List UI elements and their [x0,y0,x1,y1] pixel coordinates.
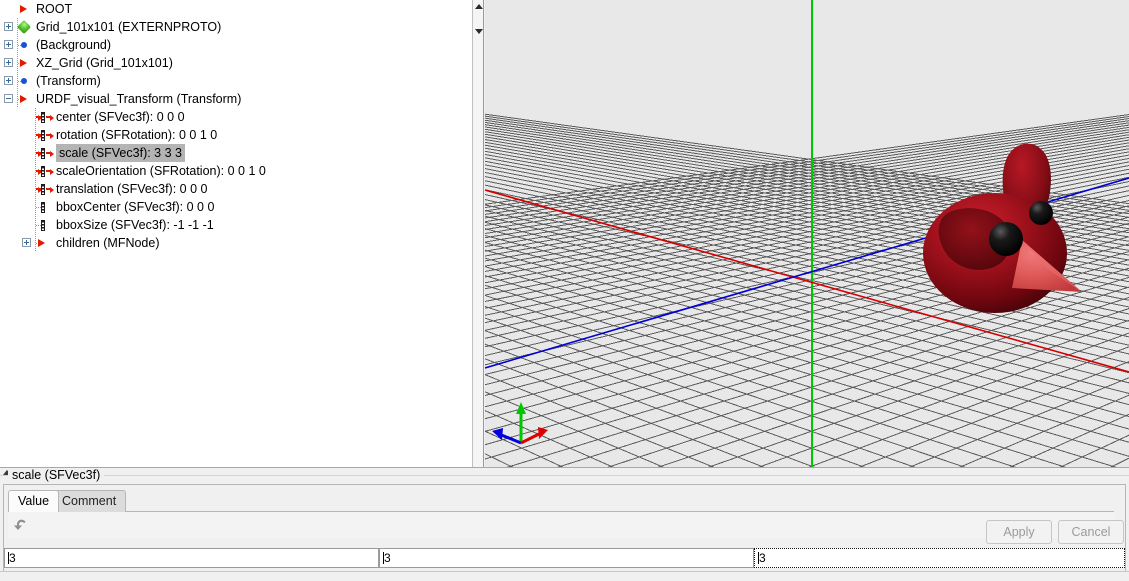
model-eye-near [989,222,1023,256]
tree-row-label: ROOT [36,2,73,16]
tree-row-field-scaleorientation[interactable]: scaleOrientation (SFRotation): 0 0 1 0 [0,162,472,180]
tree-row-grid-externproto[interactable]: Grid_101x101 (EXTERNPROTO) [0,18,472,36]
red-triangle-icon [18,0,32,18]
tree-row-label: (Background) [36,38,112,52]
window-bottom-strip [0,571,1129,581]
model-eye-far [1029,201,1053,225]
panel-splitter[interactable] [0,467,1129,476]
field-editor-title: scale (SFVec3f) [8,468,105,482]
red-triangle-icon [36,234,50,252]
scale-x-input[interactable]: 3 [4,548,379,568]
tree-row-label: XZ_Grid (Grid_101x101) [36,56,173,70]
apply-button[interactable]: Apply [986,520,1052,544]
tree-row-background[interactable]: (Background) [0,36,472,54]
scale-y-value: 3 [384,551,391,565]
field-editor-panel: scale (SFVec3f) Value Comment Apply Canc… [0,468,1129,581]
tree-row-label: rotation (SFRotation): 0 0 1 0 [56,128,218,142]
scene-graph-tree[interactable]: ROOT Grid_101x101 (EXTERNPROTO) (Backgroun… [0,0,472,467]
tree-vertical-scrollbar[interactable] [472,0,484,467]
tree-row-root[interactable]: ROOT [0,0,472,18]
expand-node-icon[interactable] [4,22,13,31]
tree-row-field-bboxcenter[interactable]: bboxCenter (SFVec3f): 0 0 0 [0,198,472,216]
tree-row-urdf-visual-transform[interactable]: URDF_visual_Transform (Transform) [0,90,472,108]
cancel-button[interactable]: Cancel [1058,520,1124,544]
viewport-canvas [485,0,1129,467]
scroll-up-arrow-icon[interactable] [473,1,483,12]
initializeonly-field-icon [36,198,50,216]
tab-comment[interactable]: Comment [52,490,127,512]
tree-row-field-children[interactable]: children (MFNode) [0,234,472,252]
collapse-node-icon[interactable] [4,94,13,103]
expand-node-icon[interactable] [4,58,13,67]
expand-node-icon[interactable] [22,238,31,247]
scale-z-value: 3 [759,551,766,565]
expand-node-icon[interactable] [4,76,13,85]
x3d-editor-window: ROOT Grid_101x101 (EXTERNPROTO) (Backgroun… [0,0,1129,581]
red-triangle-icon [18,90,32,108]
scale-value-fields: 3 3 3 [4,548,1125,568]
inputoutput-field-icon [36,126,54,144]
tree-row-field-translation[interactable]: translation (SFVec3f): 0 0 0 [0,180,472,198]
top-section: ROOT Grid_101x101 (EXTERNPROTO) (Backgroun… [0,0,1129,467]
blue-dot-icon [18,36,32,54]
red-triangle-icon [18,54,32,72]
tree-row-label: URDF_visual_Transform (Transform) [36,92,242,106]
tree-row-label: Grid_101x101 (EXTERNPROTO) [36,20,222,34]
tree-row-label: translation (SFVec3f): 0 0 0 [56,182,208,196]
scale-x-value: 3 [9,551,16,565]
scroll-down-arrow-icon[interactable] [473,26,483,37]
3d-viewport[interactable] [485,0,1129,467]
expand-node-icon[interactable] [4,40,13,49]
tree-row-transform[interactable]: (Transform) [0,72,472,90]
scale-y-input[interactable]: 3 [379,548,754,568]
tree-row-xz-grid[interactable]: XZ_Grid (Grid_101x101) [0,54,472,72]
inputoutput-field-icon [36,108,54,126]
tree-row-label: scale (SFVec3f): 3 3 3 [56,144,185,162]
tree-row-label: bboxSize (SFVec3f): -1 -1 -1 [56,218,214,232]
editor-action-buttons: Apply Cancel [0,520,1129,544]
tree-row-label: bboxCenter (SFVec3f): 0 0 0 [56,200,215,214]
tree-row-label: (Transform) [36,74,101,88]
initializeonly-field-icon [36,216,50,234]
tree-row-field-bboxsize[interactable]: bboxSize (SFVec3f): -1 -1 -1 [0,216,472,234]
inputoutput-field-icon [36,162,54,180]
tree-row-field-center[interactable]: center (SFVec3f): 0 0 0 [0,108,472,126]
inputoutput-field-icon [36,180,54,198]
tab-value[interactable]: Value [8,490,60,512]
tree-row-label: scaleOrientation (SFRotation): 0 0 1 0 [56,164,266,178]
tree-row-field-scale[interactable]: scale (SFVec3f): 3 3 3 [0,144,472,162]
scale-z-input[interactable]: 3 [754,548,1125,568]
tree-row-label: children (MFNode) [56,236,160,250]
tree-row-field-rotation[interactable]: rotation (SFRotation): 0 0 1 0 [0,126,472,144]
blue-dot-icon [18,72,32,90]
inputoutput-field-icon [36,144,54,162]
green-diamond-icon [16,18,32,36]
tree-row-label: center (SFVec3f): 0 0 0 [56,110,185,124]
